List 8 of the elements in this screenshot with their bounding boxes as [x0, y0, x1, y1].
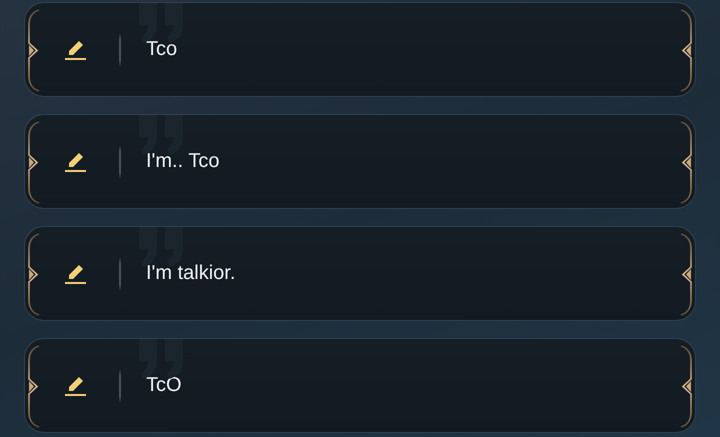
message-text: I'm.. Tco: [146, 150, 220, 173]
message-card[interactable]: TcO: [24, 338, 696, 433]
message-card[interactable]: Tco: [24, 2, 696, 97]
message-text: Tco: [146, 38, 178, 61]
message-card[interactable]: I'm talkior.: [24, 226, 696, 321]
message-card[interactable]: I'm.. Tco: [24, 114, 696, 209]
message-text: I'm talkior.: [146, 262, 236, 285]
message-text: TcO: [146, 374, 182, 397]
